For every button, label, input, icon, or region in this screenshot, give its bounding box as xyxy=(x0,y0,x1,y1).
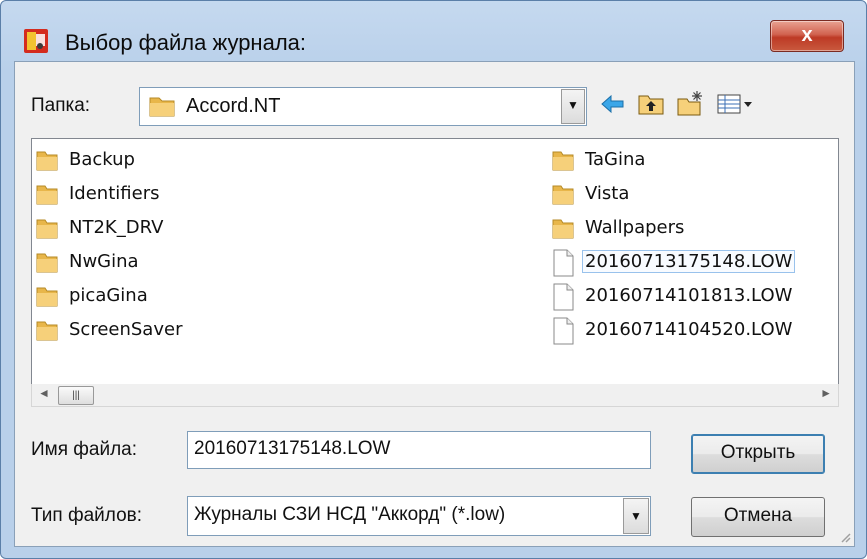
item-name: NT2K_DRV xyxy=(69,217,164,238)
file-dialog-window: Выбор файла журнала: x Папка: Accord.NT … xyxy=(0,0,867,559)
file-icon xyxy=(550,249,576,283)
back-icon[interactable] xyxy=(598,89,628,119)
filetype-select[interactable]: Журналы СЗИ НСД "Аккорд" (*.low) ▼ xyxy=(187,496,651,536)
filetype-label: Тип файлов: xyxy=(31,505,143,526)
scroll-left-icon[interactable]: ◄ xyxy=(38,386,50,400)
item-name: NwGina xyxy=(69,251,139,272)
item-name: Backup xyxy=(69,149,135,170)
item-name: ScreenSaver xyxy=(69,319,183,340)
window-title: Выбор файла журнала: xyxy=(65,30,307,55)
folder-label: Папка: xyxy=(31,95,91,116)
new-folder-icon[interactable] xyxy=(675,89,705,119)
folder-icon xyxy=(550,147,576,179)
file-icon xyxy=(550,317,576,351)
item-name: TaGina xyxy=(585,149,646,170)
item-name: Identifiers xyxy=(69,183,160,204)
folder-icon xyxy=(550,181,576,213)
folder-dropdown-button[interactable]: ▼ xyxy=(561,89,585,124)
file-icon xyxy=(550,283,576,317)
filename-input[interactable]: 20160713175148.LOW xyxy=(187,431,651,469)
up-folder-icon[interactable] xyxy=(636,89,666,119)
item-name: 20160714101813.LOW xyxy=(585,285,793,306)
item-name: Wallpapers xyxy=(585,217,685,238)
file-list[interactable]: Backup Identifiers NT2K_DRV NwGina picaGina S… xyxy=(31,138,839,385)
view-menu-icon[interactable] xyxy=(715,89,755,119)
item-name: 20160714104520.LOW xyxy=(585,319,793,340)
folder-icon xyxy=(34,317,60,349)
filename-label: Имя файла: xyxy=(31,439,138,460)
scroll-right-icon[interactable]: ► xyxy=(820,386,832,400)
filetype-dropdown-button[interactable]: ▼ xyxy=(623,498,649,534)
title-bar[interactable]: Выбор файла журнала: x xyxy=(1,1,866,59)
item-name: Vista xyxy=(585,183,630,204)
app-icon xyxy=(24,29,48,53)
horizontal-scrollbar[interactable]: ◄ ||| ► xyxy=(31,384,839,407)
folder-icon xyxy=(149,97,175,117)
folder-icon xyxy=(34,181,60,213)
folder-icon xyxy=(550,215,576,247)
folder-icon xyxy=(34,283,60,315)
resize-grip-icon[interactable] xyxy=(838,530,852,544)
folder-icon xyxy=(34,249,60,281)
item-name: picaGina xyxy=(69,285,148,306)
folder-icon xyxy=(34,147,60,179)
open-button[interactable]: Открыть xyxy=(691,434,825,474)
item-name: 20160713175148.LOW xyxy=(582,250,796,273)
folder-current: Accord.NT xyxy=(186,95,281,117)
dialog-body: Папка: Accord.NT ▼ Backup Identifiers NT… xyxy=(14,61,855,547)
cancel-button[interactable]: Отмена xyxy=(691,497,825,537)
folder-combo[interactable]: Accord.NT ▼ xyxy=(139,87,587,126)
close-button[interactable]: x xyxy=(770,20,844,52)
filetype-value: Журналы СЗИ НСД "Аккорд" (*.low) xyxy=(194,504,506,525)
scrollbar-thumb[interactable]: ||| xyxy=(58,386,94,405)
folder-icon xyxy=(34,215,60,247)
filename-value: 20160713175148.LOW xyxy=(194,438,391,459)
